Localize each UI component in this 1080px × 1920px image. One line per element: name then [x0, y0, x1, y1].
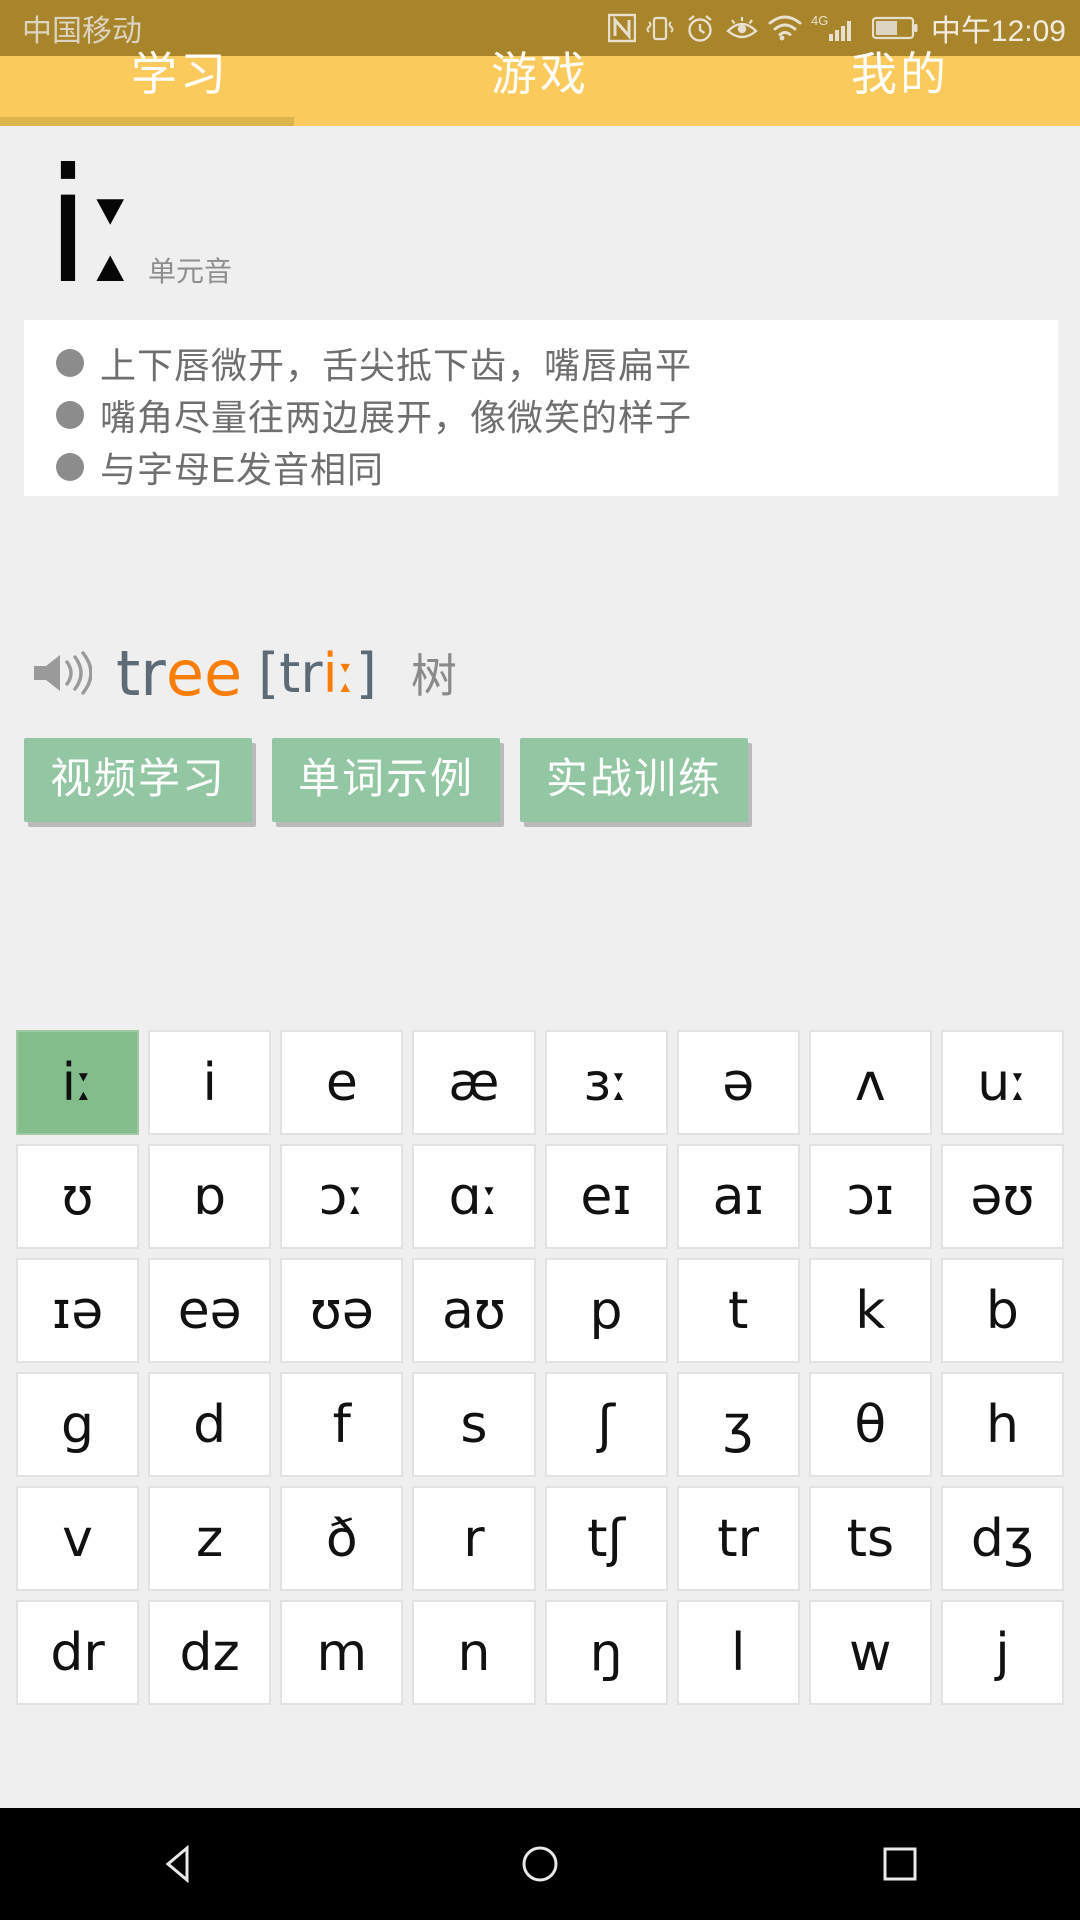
bullet-icon — [56, 401, 84, 429]
phonetic-cell[interactable]: z — [148, 1486, 272, 1591]
app-root: 中国移动 4G 中午12:09 学习 游戏 我的 iː 单元音 上下唇微开，舌尖… — [0, 0, 1080, 1920]
phonetic-cell[interactable]: ɑː — [412, 1144, 536, 1249]
phonetic-cell[interactable]: e — [280, 1030, 404, 1135]
phonetic-cell[interactable]: aʊ — [412, 1258, 536, 1363]
description-text: 与字母E发音相同 — [100, 449, 385, 490]
phonetic-cell[interactable]: ə — [676, 1030, 800, 1135]
phonetic-cell[interactable]: ɔː — [280, 1144, 404, 1249]
phoneme-category-label: 单元音 — [148, 256, 233, 287]
phonetic-cell[interactable]: eɪ — [544, 1144, 668, 1249]
phonetic-cell[interactable]: t — [676, 1258, 800, 1363]
word-meaning: 树 — [410, 650, 457, 702]
system-navigation-bar — [0, 1808, 1080, 1920]
description-card: 上下唇微开，舌尖抵下齿，嘴唇扁平 嘴角尽量往两边展开，像微笑的样子 与字母E发音… — [24, 320, 1058, 496]
word-examples-button[interactable]: 单词示例 — [272, 738, 501, 822]
phonetic-cell[interactable]: θ — [808, 1372, 932, 1477]
phonetic-cell[interactable]: ʊə — [280, 1258, 404, 1363]
phonetic-cell[interactable]: ts — [808, 1486, 932, 1591]
phonetic-cell[interactable]: ð — [280, 1486, 404, 1591]
action-button-row: 视频学习 单词示例 实战训练 — [24, 738, 749, 822]
phonetic-cell[interactable]: g — [16, 1372, 140, 1477]
phonetic-cell[interactable]: ɪə — [16, 1258, 140, 1363]
description-line: 与字母E发音相同 — [24, 442, 1058, 492]
phonetic-close: ] — [355, 641, 377, 705]
phonetic-cell[interactable]: tr — [676, 1486, 800, 1591]
phonetic-cell[interactable]: ɔɪ — [808, 1144, 932, 1249]
video-study-button[interactable]: 视频学习 — [24, 738, 253, 822]
phonetic-cell[interactable]: ʃ — [544, 1372, 668, 1477]
phonetic-cell[interactable]: dr — [16, 1600, 140, 1705]
phonetic-cell[interactable]: h — [940, 1372, 1064, 1477]
phonetic-cell[interactable]: f — [280, 1372, 404, 1477]
tab-indicator — [0, 117, 294, 126]
phoneme-symbol: iː — [46, 135, 141, 319]
phonetic-highlight: iː — [322, 641, 356, 705]
phonetic-cell[interactable]: d — [148, 1372, 272, 1477]
phonetic-cell[interactable]: p — [544, 1258, 668, 1363]
phonetic-cell[interactable]: v — [16, 1486, 140, 1591]
phonetic-cell[interactable]: eə — [148, 1258, 272, 1363]
phonetic-cell[interactable]: k — [808, 1258, 932, 1363]
phonetic-cell[interactable]: ʊ — [16, 1144, 140, 1249]
phoneme-header: iː 单元音 — [0, 126, 1080, 318]
phonetic-cell[interactable]: tʃ — [544, 1486, 668, 1591]
phonetic-cell[interactable]: ɒ — [148, 1144, 272, 1249]
phonetic-open: [tr — [258, 641, 323, 705]
phonetic-cell[interactable]: l — [676, 1600, 800, 1705]
phonetic-cell[interactable]: n — [412, 1600, 536, 1705]
description-line: 嘴角尽量往两边展开，像微笑的样子 — [24, 390, 1058, 440]
back-icon[interactable] — [120, 1808, 240, 1920]
phonetic-cell[interactable]: m — [280, 1600, 404, 1705]
word-prefix: tr — [116, 636, 166, 710]
phonetic-cell[interactable]: r — [412, 1486, 536, 1591]
phonetic-cell[interactable]: b — [940, 1258, 1064, 1363]
bullet-icon — [56, 453, 84, 481]
practice-training-button[interactable]: 实战训练 — [520, 738, 749, 822]
phonetic-cell[interactable]: dʒ — [940, 1486, 1064, 1591]
description-text: 嘴角尽量往两边展开，像微笑的样子 — [100, 397, 693, 438]
phonetic-cell[interactable]: ʒ — [676, 1372, 800, 1477]
phonetic-cell[interactable]: ʌ — [808, 1030, 932, 1135]
phonetic-cell[interactable]: uː — [940, 1030, 1064, 1135]
description-text: 上下唇微开，舌尖抵下齿，嘴唇扁平 — [100, 345, 693, 386]
word-highlight: ee — [165, 636, 243, 710]
phonetic-cell[interactable]: iː — [16, 1030, 140, 1135]
phonetic-cell[interactable]: w — [808, 1600, 932, 1705]
tab-games[interactable]: 游戏 — [360, 0, 720, 120]
phonetic-cell[interactable]: j — [940, 1600, 1064, 1705]
phonetic-cell[interactable]: i — [148, 1030, 272, 1135]
phonetic-cell[interactable]: ɜː — [544, 1030, 668, 1135]
word-example-row[interactable]: tr ee [tr iː] 树 — [30, 630, 930, 716]
phonetic-cell[interactable]: əʊ — [940, 1144, 1064, 1249]
description-line: 上下唇微开，舌尖抵下齿，嘴唇扁平 — [24, 338, 1058, 388]
tab-mine[interactable]: 我的 — [720, 0, 1080, 120]
phonetic-cell[interactable]: æ — [412, 1030, 536, 1135]
phonetic-cell[interactable]: dz — [148, 1600, 272, 1705]
recents-icon[interactable] — [840, 1808, 960, 1920]
phonetic-symbol-grid: iː i e æ ɜː ə ʌ uː ʊ ɒ ɔː ɑː eɪ aɪ ɔɪ əʊ ɪə eə ʊə aʊ p t k b g d f… — [16, 1030, 1064, 1705]
phonetic-cell[interactable]: aɪ — [676, 1144, 800, 1249]
phonetic-cell[interactable]: ŋ — [544, 1600, 668, 1705]
bullet-icon — [56, 349, 84, 377]
tab-study[interactable]: 学习 — [0, 0, 360, 120]
home-icon[interactable] — [480, 1808, 600, 1920]
phonetic-cell[interactable]: s — [412, 1372, 536, 1477]
speaker-icon[interactable] — [30, 648, 93, 698]
tab-list: 学习 游戏 我的 — [0, 0, 1080, 120]
